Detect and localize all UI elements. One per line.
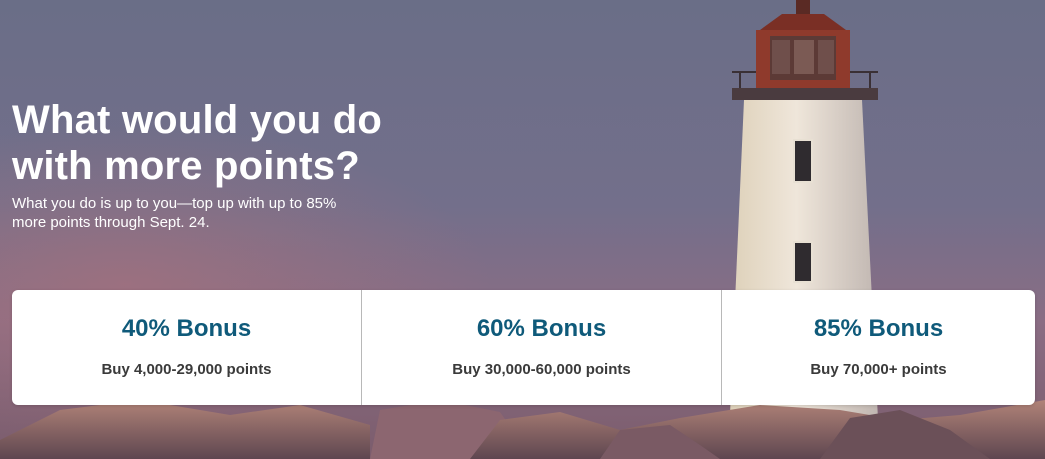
offer-description: Buy 4,000-29,000 points — [101, 361, 272, 378]
promo-subtitle: What you do is up to you—top up with up … — [12, 195, 337, 231]
hero-banner: What would you do with more points? What… — [0, 0, 1045, 459]
offer-title: 60% Bonus — [476, 315, 607, 342]
offer-description: Buy 30,000-60,000 points — [452, 361, 631, 378]
page-title: What would you do with more points? — [12, 98, 383, 188]
offer-description: Buy 70,000+ points — [810, 361, 947, 378]
offer-40-bonus[interactable]: 40% Bonus Buy 4,000-29,000 points — [12, 290, 361, 405]
offer-85-bonus[interactable]: 85% Bonus Buy 70,000+ points — [721, 290, 1035, 405]
offer-60-bonus[interactable]: 60% Bonus Buy 30,000-60,000 points — [361, 290, 721, 405]
bonus-offers-card: 40% Bonus Buy 4,000-29,000 points 60% Bo… — [12, 290, 1035, 405]
offer-title: 85% Bonus — [813, 315, 944, 342]
offer-title: 40% Bonus — [121, 315, 252, 342]
